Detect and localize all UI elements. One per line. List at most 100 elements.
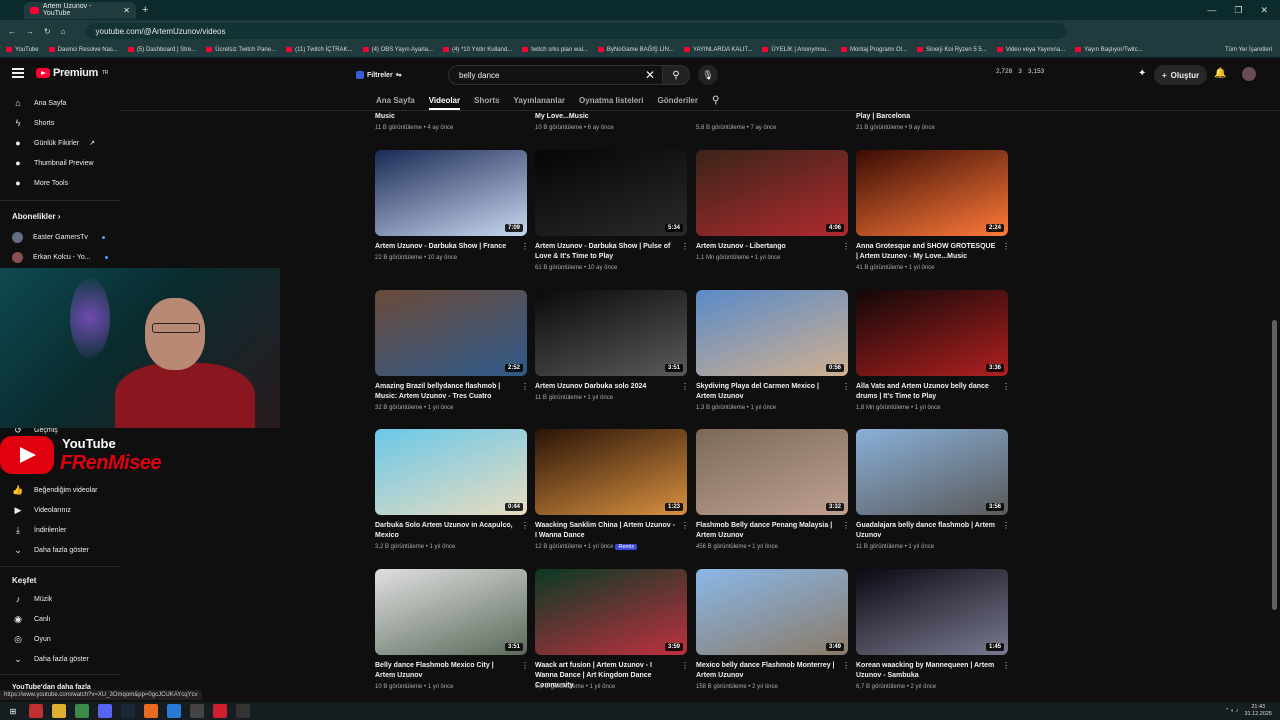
video-title[interactable]: Skydiving Playa del Carmen Mexico | Arte… xyxy=(696,382,836,402)
tab-home[interactable]: Ana Sayfa xyxy=(376,96,415,105)
video-thumbnail[interactable]: 4:06 xyxy=(696,150,848,236)
video-options-icon[interactable]: ⋮ xyxy=(1002,521,1010,530)
sidebar-item-gaming[interactable]: ◎ Oyun xyxy=(12,634,51,645)
video-thumbnail[interactable]: 3:59 xyxy=(535,569,687,655)
bookmark-item[interactable]: Montaj Programı Ol... xyxy=(841,47,907,53)
video-options-icon[interactable]: ⋮ xyxy=(842,382,850,391)
account-avatar[interactable] xyxy=(1242,67,1256,81)
clock[interactable]: 21:43 31.12.2025 xyxy=(1244,704,1272,718)
home-icon[interactable]: ⌂ xyxy=(61,27,66,36)
url-field[interactable]: youtube.com/@ArtemUzunov/videos xyxy=(85,23,1066,39)
video-options-icon[interactable]: ⋮ xyxy=(521,382,529,391)
bookmark-item[interactable]: Sinerji Koi Ryzen 5 5... xyxy=(917,47,987,53)
subscription-item[interactable]: Easter GamersTv xyxy=(12,232,105,243)
bookmark-item[interactable]: ByNoGame BAĞIŞ LİN... xyxy=(597,47,674,53)
video-thumbnail[interactable]: 3:49 xyxy=(696,569,848,655)
video-options-icon[interactable]: ⋮ xyxy=(842,242,850,251)
close-tab-icon[interactable]: ✕ xyxy=(123,6,130,15)
video-thumbnail[interactable]: 3:36 xyxy=(856,290,1008,376)
video-options-icon[interactable]: ⋮ xyxy=(681,661,689,670)
video-title[interactable]: Artem Uzunov - Libertango xyxy=(696,242,836,252)
browser-tab[interactable]: Artem Uzunov - YouTube ✕ xyxy=(24,1,136,19)
subscriptions-heading[interactable]: Abonelikler › xyxy=(12,212,60,221)
sidebar-item-shorts[interactable]: ϟ Shorts xyxy=(12,118,55,128)
taskbar-app-icon[interactable] xyxy=(167,704,181,718)
video-title[interactable]: Alla Vats and Artem Uzunov belly dance d… xyxy=(856,382,996,402)
taskbar-app-icon[interactable] xyxy=(236,704,250,718)
video-thumbnail[interactable]: 5:34 xyxy=(535,150,687,236)
chrome-icon[interactable] xyxy=(75,704,89,718)
bookmark-item[interactable]: (4) *10 Yıldır Kulland... xyxy=(442,47,512,53)
video-options-icon[interactable]: ⋮ xyxy=(842,661,850,670)
discord-icon[interactable] xyxy=(98,704,112,718)
video-title[interactable]: Play | Barcelona xyxy=(856,112,996,122)
bookmark-item[interactable]: YouTube xyxy=(6,47,39,53)
video-thumbnail[interactable]: 3:32 xyxy=(696,429,848,515)
video-thumbnail[interactable]: 7:09 xyxy=(375,150,527,236)
bookmark-item[interactable]: ÜYELİK | Anonymou... xyxy=(762,47,831,53)
page-scrollbar[interactable] xyxy=(1272,320,1277,610)
reload-icon[interactable]: ↻ xyxy=(44,27,51,36)
video-title[interactable]: Anna Grotesque and SHOW GROTESQUE | Arte… xyxy=(856,242,996,262)
video-options-icon[interactable]: ⋮ xyxy=(1002,382,1010,391)
bookmark-item[interactable]: twitch srks plan wal... xyxy=(522,47,588,53)
forward-icon[interactable]: → xyxy=(26,27,34,36)
tab-shorts[interactable]: Shorts xyxy=(474,96,499,105)
maximize-icon[interactable]: ❐ xyxy=(1234,5,1242,16)
video-options-icon[interactable]: ⋮ xyxy=(521,242,529,251)
video-title[interactable]: Flashmob Belly dance Penang Malaysia | A… xyxy=(696,521,836,541)
sidebar-item-your-videos[interactable]: ▶ Videolarınız xyxy=(12,505,71,516)
video-title[interactable]: Music xyxy=(375,112,515,122)
video-thumbnail[interactable]: 3:51 xyxy=(375,569,527,655)
filters-button[interactable]: Filtreler ⇋ xyxy=(356,68,402,82)
video-options-icon[interactable]: ⋮ xyxy=(681,521,689,530)
sidebar-item-more-tools[interactable]: ● More Tools xyxy=(12,178,68,188)
video-title[interactable]: My Love...Music xyxy=(535,112,675,122)
search-button[interactable]: ⚲ xyxy=(662,65,690,85)
bookmark-item[interactable]: Ücretsiz Twitch Pane... xyxy=(206,47,276,53)
create-button[interactable]: + Oluştur xyxy=(1154,65,1208,85)
video-title[interactable]: Belly dance Flashmob Mexico City | Artem… xyxy=(375,661,515,681)
bookmark-item[interactable]: (4) OBS Yayın Ayarla... xyxy=(362,47,433,53)
video-options-icon[interactable]: ⋮ xyxy=(681,242,689,251)
extension-icon[interactable]: ✦ xyxy=(1138,68,1146,79)
video-title[interactable]: Artem Uzunov Darbuka solo 2024 xyxy=(535,382,675,392)
video-thumbnail[interactable]: 2:24 xyxy=(856,150,1008,236)
sidebar-item-thumbnail-preview[interactable]: ● Thumbnail Preview xyxy=(12,158,93,168)
bookmark-item[interactable]: Yayın Başlıyor/Twitc... xyxy=(1075,47,1143,53)
clear-search-icon[interactable]: ✕ xyxy=(645,68,655,82)
sidebar-item-show-more[interactable]: ⌄ Daha fazla göster xyxy=(12,545,89,556)
opera-icon[interactable] xyxy=(213,704,227,718)
file-explorer-icon[interactable] xyxy=(52,704,66,718)
sidebar-item-liked[interactable]: 👍 Beğendiğim videolar xyxy=(12,485,97,496)
subscription-item[interactable]: Erkan Kolcu - Yo... xyxy=(12,252,108,263)
video-options-icon[interactable]: ⋮ xyxy=(1002,661,1010,670)
tab-live[interactable]: Yayınlananlar xyxy=(513,96,565,105)
video-thumbnail[interactable]: 3:56 xyxy=(856,429,1008,515)
channel-search-icon[interactable]: ⚲ xyxy=(712,95,719,106)
bookmark-item[interactable]: (11) Twitch İÇTRAK... xyxy=(286,47,353,53)
tab-playlists[interactable]: Oynatma listeleri xyxy=(579,96,643,105)
video-thumbnail[interactable]: 0:44 xyxy=(375,429,527,515)
sidebar-item-downloads[interactable]: ⤓ İndirilenler xyxy=(12,525,66,536)
video-options-icon[interactable]: ⋮ xyxy=(1002,242,1010,251)
search-input[interactable]: belly dance ✕ xyxy=(448,65,664,85)
back-icon[interactable]: ← xyxy=(8,27,16,36)
bookmark-item[interactable]: YAYINLARDA KALIT... xyxy=(683,47,752,53)
video-title[interactable]: Artem Uzunov - Darbuka Show | France xyxy=(375,242,515,252)
all-bookmarks[interactable]: Tüm Yer İşaretleri xyxy=(1225,47,1280,53)
video-title[interactable]: Artem Uzunov - Darbuka Show | Pulse of L… xyxy=(535,242,675,262)
firefox-icon[interactable] xyxy=(144,704,158,718)
notifications-bell-icon[interactable]: 🔔 xyxy=(1214,68,1226,79)
sidebar-item-explore-more[interactable]: ⌄ Daha fazla göster xyxy=(12,654,89,665)
close-window-icon[interactable]: ✕ xyxy=(1260,5,1268,16)
video-options-icon[interactable]: ⋮ xyxy=(681,382,689,391)
hamburger-menu-icon[interactable] xyxy=(12,68,24,78)
video-thumbnail[interactable]: 1:23 xyxy=(535,429,687,515)
bookmark-item[interactable]: Video veya Yayınına... xyxy=(996,47,1065,53)
video-title[interactable]: Mexico belly dance Flashmob Monterrey | … xyxy=(696,661,836,681)
windows-start-icon[interactable]: ⊞ xyxy=(6,704,20,718)
minimize-icon[interactable]: — xyxy=(1207,5,1216,16)
sidebar-item-daily-ideas[interactable]: ● Günlük Fikirler ↗ xyxy=(12,138,95,148)
tab-videos[interactable]: Videolar xyxy=(428,96,461,110)
